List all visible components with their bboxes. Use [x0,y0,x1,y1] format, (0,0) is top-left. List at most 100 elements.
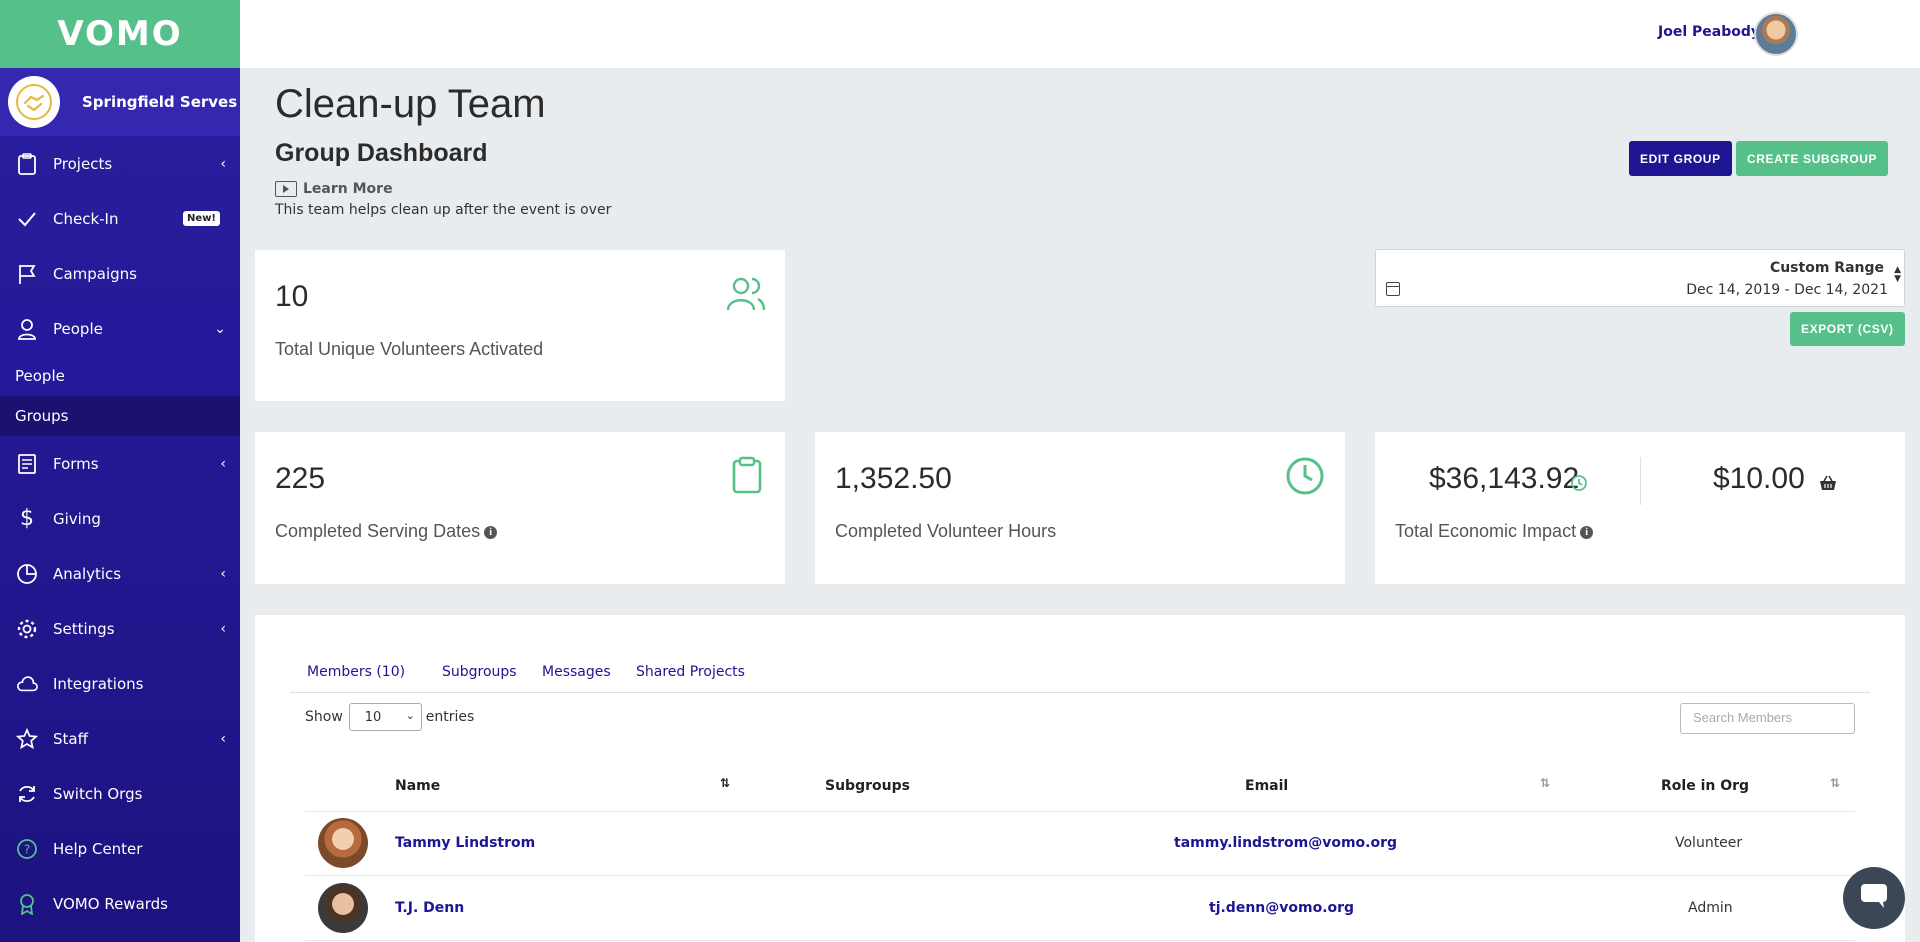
date-range-value: Dec 14, 2019 - Dec 14, 2021 [1686,282,1888,298]
chevron-down-icon: ⌄ [405,709,415,722]
gear-icon [16,618,38,640]
chevron-down-icon: ⌄ [214,320,226,337]
divider [1640,457,1641,505]
cloud-icon [16,673,38,695]
entries-control: Show 10 ⌄ entries [305,703,474,731]
economic-impact-card: $36,143.92 $10.00 Total Economic Impact i [1375,432,1905,584]
sidebar: VOMO Springfield Serves Projects ‹ Check… [0,0,240,942]
learn-more-label: Learn More [303,181,393,197]
edit-group-button[interactable]: EDIT GROUP [1629,141,1732,176]
new-badge: New! [183,211,220,226]
chevron-left-icon: ‹ [220,730,226,747]
svg-text:?: ? [24,842,30,856]
pie-chart-icon [16,563,38,585]
form-icon [16,453,38,475]
sidebar-item-vomo-rewards[interactable]: VOMO Rewards [0,876,240,931]
clipboard-icon [731,456,763,498]
show-label: Show [305,709,343,725]
volunteers-value: 10 [275,280,309,313]
sidebar-item-label: Settings [53,619,115,638]
avatar [318,883,368,933]
info-icon[interactable]: i [1580,525,1594,539]
column-header-role[interactable]: Role in Org [1661,778,1749,794]
tab-members[interactable]: Members (10) [307,664,405,680]
serving-dates-label-text: Completed Serving Dates [275,521,481,541]
chevron-left-icon: ‹ [220,155,226,172]
create-subgroup-button[interactable]: CREATE SUBGROUP [1736,141,1889,176]
chevron-left-icon: ‹ [220,455,226,472]
page-subtitle: Group Dashboard [275,139,488,167]
column-header-name[interactable]: Name [395,778,440,794]
sidebar-item-staff[interactable]: Staff ‹ [0,711,240,766]
tab-shared-projects[interactable]: Shared Projects [636,664,745,680]
page-title: Clean-up Team [275,82,546,126]
learn-more-link[interactable]: Learn More [275,181,393,197]
sidebar-item-people[interactable]: People ⌄ [0,301,240,356]
export-csv-button[interactable]: EXPORT (CSV) [1790,312,1905,346]
entries-select[interactable]: 10 ⌄ [348,703,422,731]
org-switcher[interactable]: Springfield Serves [0,68,240,136]
chevron-left-icon: ‹ [220,620,226,637]
tab-subgroups[interactable]: Subgroups [442,664,517,680]
group-description: This team helps clean up after the event… [275,202,612,218]
tab-messages[interactable]: Messages [542,664,611,680]
sort-icon[interactable]: ⇅ [1540,776,1550,790]
sidebar-item-campaigns[interactable]: Campaigns [0,246,240,301]
sort-icon[interactable]: ⇅ [1830,776,1840,790]
economic-impact-value: $36,143.92 [1429,462,1580,495]
search-members-input[interactable]: Search Members [1680,703,1855,734]
basket-icon [1819,475,1837,495]
member-name-link[interactable]: T.J. Denn [395,900,464,916]
sidebar-item-help-center[interactable]: ? Help Center [0,821,240,876]
check-icon [16,208,38,230]
chat-bubble-icon [1859,882,1889,914]
sidebar-item-settings[interactable]: Settings ‹ [0,601,240,656]
sidebar-item-switch-orgs[interactable]: Switch Orgs [0,766,240,821]
volunteers-card: 10 Total Unique Volunteers Activated [255,250,785,401]
sidebar-item-label: Projects [53,154,113,173]
serving-dates-value: 225 [275,462,326,495]
sidebar-item-label: Integrations [53,674,144,693]
logo-bar[interactable]: VOMO [0,0,240,68]
member-email-link[interactable]: tj.denn@vomo.org [1209,900,1354,916]
economic-impact-label: Total Economic Impact i [1395,521,1594,542]
sort-icon[interactable]: ⇅ [720,776,730,790]
sidebar-item-integrations[interactable]: Integrations [0,656,240,711]
sidebar-item-giving[interactable]: $ Giving [0,491,240,546]
sidebar-item-analytics[interactable]: Analytics ‹ [0,546,240,601]
sidebar-item-forms[interactable]: Forms ‹ [0,436,240,491]
chat-launcher-button[interactable] [1843,867,1905,929]
sidebar-item-label: Check-In [53,209,119,228]
table-row[interactable]: T.J. Denn tj.denn@vomo.org Admin [305,877,1855,941]
serving-dates-card: 225 Completed Serving Dates i [255,432,785,584]
entries-select-value: 10 [364,709,382,725]
serving-dates-label: Completed Serving Dates i [275,521,498,542]
sidebar-subitem-people[interactable]: People [0,356,240,396]
vomo-logo: VOMO [57,14,183,54]
sort-arrows-icon: ▲ ▼ [1894,265,1901,284]
members-panel: Members (10) Subgroups Messages Shared P… [255,615,1905,942]
sidebar-item-label: People [53,319,103,338]
calendar-icon [1386,282,1400,296]
user-name[interactable]: Joel Peabody [1658,24,1760,40]
date-range-title: Custom Range [1769,260,1884,276]
member-name-link[interactable]: Tammy Lindstrom [395,835,535,851]
flag-icon [16,263,38,285]
column-header-email[interactable]: Email [1245,778,1288,794]
sidebar-item-label: Help Center [53,839,143,858]
sidebar-item-label: Staff [53,729,88,748]
info-icon[interactable]: i [484,525,498,539]
sidebar-item-projects[interactable]: Projects ‹ [0,136,240,191]
sidebar-item-check-in[interactable]: Check-In New! [0,191,240,246]
volunteer-hours-label: Completed Volunteer Hours [835,521,1057,541]
person-icon [16,318,38,340]
date-range-picker[interactable]: Custom Range Dec 14, 2019 - Dec 14, 2021… [1375,249,1905,307]
member-email-link[interactable]: tammy.lindstrom@vomo.org [1174,835,1397,851]
sidebar-subitem-label: People [15,367,65,385]
user-avatar[interactable] [1754,12,1798,56]
table-row[interactable]: Tammy Lindstrom tammy.lindstrom@vomo.org… [305,812,1855,876]
sidebar-item-label: Campaigns [53,264,138,283]
video-play-icon [275,181,297,197]
sidebar-subitem-groups[interactable]: Groups [0,396,240,436]
economic-impact-label-text: Total Economic Impact [1395,521,1577,541]
